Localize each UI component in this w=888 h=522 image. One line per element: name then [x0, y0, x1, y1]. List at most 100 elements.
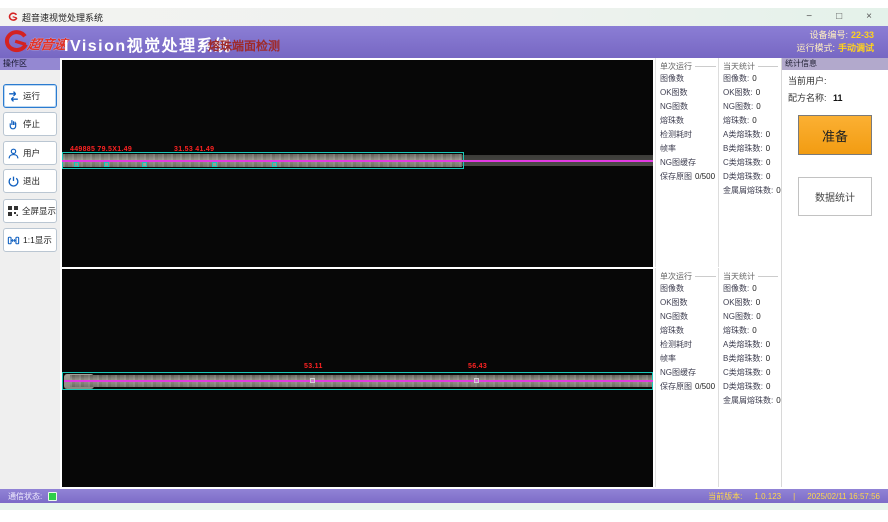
stat-row: NG图缓存	[660, 366, 718, 380]
minimize-button[interactable]: −	[806, 12, 812, 22]
current-user-row: 当前用户:	[782, 70, 888, 87]
app-header: 超音速 IVision视觉处理系统 熔珠端面检测 配方 设置 外侧相机 内侧相机…	[0, 26, 888, 58]
device-number-label: 设备编号:	[809, 30, 848, 40]
stat-row: A类熔珠数:0	[723, 338, 780, 352]
single-run-title: 单次运行	[660, 270, 718, 282]
close-button[interactable]: ×	[866, 12, 872, 22]
detection-mark	[74, 162, 79, 167]
fullscreen-button-label: 全屏显示	[22, 205, 56, 217]
stat-row: 图像数	[660, 72, 718, 86]
stat-row: D类熔珠数:0	[723, 170, 780, 184]
stat-row: NG图数:0	[723, 310, 780, 324]
stat-row: 帧率	[660, 142, 718, 156]
detection-mark	[142, 162, 147, 167]
comm-status-label: 通信状态:	[8, 491, 42, 502]
recipe-name-value: 11	[833, 93, 843, 103]
stat-row: 检测耗时	[660, 338, 718, 352]
run-button[interactable]: 运行	[3, 84, 57, 108]
measure-line	[62, 160, 653, 162]
info-panel: 统计信息 当前用户: 配方名称: 11 准备 数据统计	[781, 58, 888, 487]
stat-row: 保存原图0/500	[660, 170, 718, 184]
window-bottom-edge	[0, 503, 888, 510]
prepare-button[interactable]: 准备	[798, 115, 872, 155]
fullscreen-button[interactable]: 全屏显示	[3, 199, 57, 223]
stat-row: NG图数	[660, 310, 718, 324]
daily-stats-column: 当天统计 图像数:0 OK图数:0 NG图数:0 熔珠数:0 A类熔珠数:0 B…	[718, 268, 780, 487]
stat-row: C类熔珠数:0	[723, 366, 780, 380]
stat-row: 图像数:0	[723, 282, 780, 296]
stat-row: 金属屑熔珠数:0	[723, 394, 780, 408]
exit-button-label: 退出	[23, 175, 40, 187]
run-mode-value: 手动调试	[838, 43, 874, 53]
device-number-value: 22-33	[851, 30, 874, 40]
stat-row: 帧率	[660, 352, 718, 366]
stop-hand-icon	[7, 118, 20, 131]
datetime-value: 2025/02/11 16:57:56	[807, 492, 880, 501]
power-icon	[7, 175, 20, 188]
stat-row: OK图数:0	[723, 296, 780, 310]
info-panel-title: 统计信息	[782, 58, 888, 70]
brand-logo-icon	[3, 29, 29, 55]
stat-row: B类熔珠数:0	[723, 142, 780, 156]
single-run-title: 单次运行	[660, 60, 718, 72]
stat-row: 金属屑熔珠数:0	[723, 184, 780, 198]
run-button-label: 运行	[23, 90, 40, 102]
stop-button[interactable]: 停止	[3, 112, 57, 136]
operation-sidebar: 操作区 运行 停止 用户 退出	[0, 58, 60, 489]
title-bar: 超音速视觉处理系统 − □ ×	[0, 8, 888, 26]
stat-row: 熔珠数	[660, 114, 718, 128]
app-title: IVision视觉处理系统	[64, 32, 232, 56]
stat-row: 熔珠数:0	[723, 324, 780, 338]
status-bar-right: 当前版本: 1.0.123 | 2025/02/11 16:57:56	[708, 491, 880, 502]
stat-row: OK图数	[660, 296, 718, 310]
stat-row: 熔珠数:0	[723, 114, 780, 128]
detection-mark	[104, 162, 109, 167]
data-statistics-button[interactable]: 数据统计	[798, 177, 872, 216]
one-to-one-icon	[7, 234, 20, 247]
measurement-annotation: 53.11	[304, 363, 323, 370]
stat-row: D类熔珠数:0	[723, 380, 780, 394]
run-cycle-icon	[7, 90, 20, 103]
status-bar: 通信状态: 当前版本: 1.0.123 | 2025/02/11 16:57:5…	[0, 489, 888, 503]
app-icon	[8, 12, 18, 22]
stat-row: OK图数:0	[723, 86, 780, 100]
single-run-column: 单次运行 图像数 OK图数 NG图数 熔珠数 检测耗时 帧率 NG图缓存 保存原…	[656, 268, 718, 487]
detection-mark	[310, 378, 315, 383]
camera-view-bottom: 53.11 56.43	[62, 269, 653, 487]
daily-stats-title: 当天统计	[723, 270, 780, 282]
measure-line	[64, 380, 653, 382]
one-to-one-button[interactable]: 1:1显示	[3, 228, 57, 252]
daily-stats-title: 当天统计	[723, 60, 780, 72]
stats-panel-top: 单次运行 图像数 OK图数 NG图数 熔珠数 检测耗时 帧率 NG图缓存 保存原…	[655, 58, 780, 267]
version-value: 1.0.123	[754, 492, 781, 501]
camera-view-top: 449885 79.5X1.49 31.53 41.49	[62, 60, 653, 267]
stat-row: 检测耗时	[660, 128, 718, 142]
stat-row: 熔珠数	[660, 324, 718, 338]
detection-mark	[212, 162, 217, 167]
version-label: 当前版本:	[708, 491, 742, 502]
stat-row: NG图数	[660, 100, 718, 114]
stat-row: A类熔珠数:0	[723, 128, 780, 142]
stat-row: 保存原图0/500	[660, 380, 718, 394]
stats-panel-bottom: 单次运行 图像数 OK图数 NG图数 熔珠数 检测耗时 帧率 NG图缓存 保存原…	[655, 268, 780, 487]
stat-row: C类熔珠数:0	[723, 156, 780, 170]
recipe-name-row: 配方名称: 11	[782, 87, 888, 104]
stop-button-label: 停止	[23, 118, 40, 130]
stat-row: NG图数:0	[723, 100, 780, 114]
window-title: 超音速视觉处理系统	[22, 11, 103, 24]
app-subtitle: 熔珠端面检测	[208, 37, 280, 54]
exit-button[interactable]: 退出	[3, 169, 57, 193]
one-to-one-button-label: 1:1显示	[23, 234, 52, 246]
current-user-label: 当前用户:	[788, 76, 827, 86]
stat-row: B类熔珠数:0	[723, 352, 780, 366]
detection-mark	[474, 378, 479, 383]
user-button[interactable]: 用户	[3, 141, 57, 165]
device-info: 设备编号:22-33 运行模式:手动调试	[796, 29, 874, 55]
maximize-button[interactable]: □	[836, 12, 842, 22]
detection-mark	[272, 162, 277, 167]
single-run-column: 单次运行 图像数 OK图数 NG图数 熔珠数 检测耗时 帧率 NG图缓存 保存原…	[656, 58, 718, 267]
measurement-annotation: 56.43	[468, 363, 487, 370]
stat-row: 图像数	[660, 282, 718, 296]
sidebar-title: 操作区	[0, 58, 60, 70]
stat-row: 图像数:0	[723, 72, 780, 86]
